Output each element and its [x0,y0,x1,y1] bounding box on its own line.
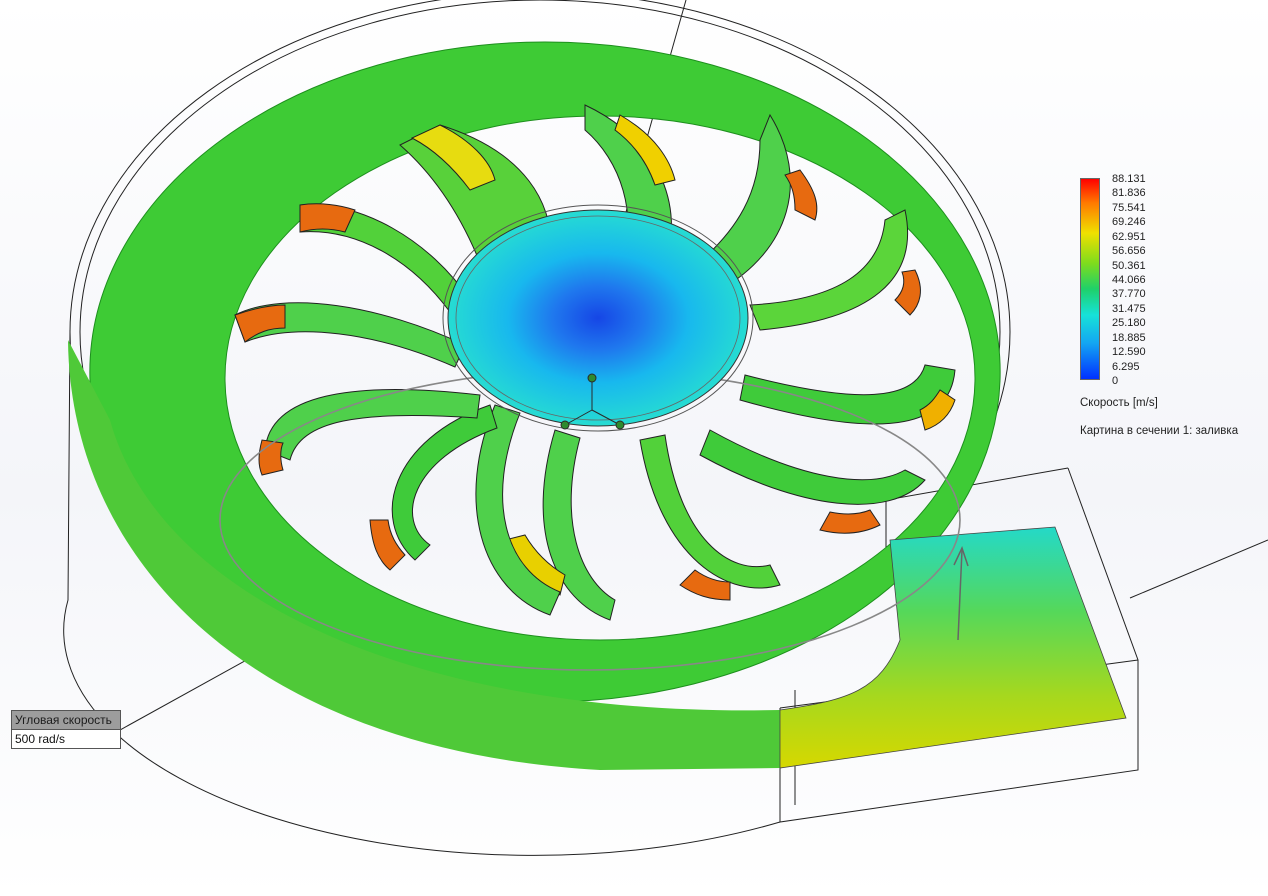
outlet-duct [779,526,1127,769]
hub-region [447,209,749,427]
graphics-viewport[interactable] [0,0,1268,896]
legend-tick-label: 75.541 [1112,201,1146,214]
legend-tick-label: 6.295 [1112,360,1140,373]
legend-tick-label: 62.951 [1112,230,1146,243]
angular-velocity-callout[interactable]: Угловая скорость 500 rad/s [11,710,121,749]
legend-title: Скорость [m/s] [1080,397,1158,409]
legend-tick-label: 50.361 [1112,259,1146,272]
legend-tick-label: 88.131 [1112,173,1146,185]
legend-tick-label: 44.066 [1112,274,1146,286]
legend-tick-label: 81.836 [1112,187,1146,200]
legend-tick-label: 25.180 [1112,317,1146,330]
legend-tick-label: 18.885 [1112,331,1146,344]
legend-tick-label: 37.770 [1112,288,1146,301]
callout-value: 500 rad/s [15,732,66,746]
legend-tick-label: 12.590 [1112,346,1146,359]
legend-color-bar [1080,178,1100,380]
callout-header: Угловая скорость [12,711,120,730]
legend-tick-label: 69.246 [1112,216,1146,229]
legend-tick-label: 0 [1112,375,1119,387]
legend-tick-label: 56.656 [1112,245,1146,258]
legend-tick-label: 31.475 [1112,302,1146,315]
legend-caption: Картина в сечении 1: заливка [1080,425,1239,437]
